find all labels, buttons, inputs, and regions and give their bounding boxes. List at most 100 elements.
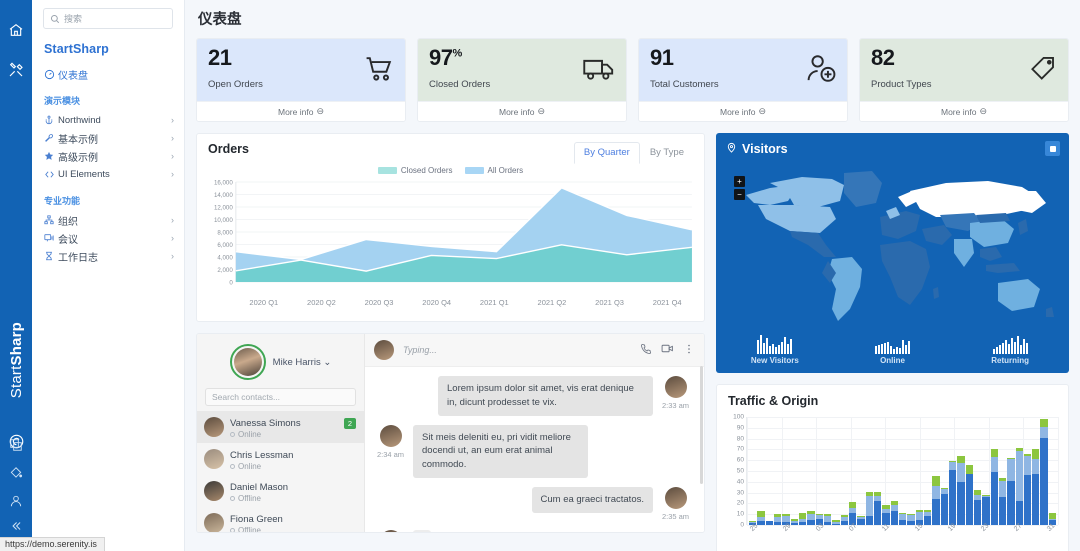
contact-name: Vanessa Simons [230, 418, 301, 429]
world-map[interactable] [740, 161, 1062, 329]
bar-column[interactable] [898, 513, 907, 525]
bar-column[interactable] [757, 510, 765, 525]
traffic-y-axis: 100 90 80 70 60 50 40 30 20 10 0 [728, 414, 746, 529]
code-icon [44, 169, 58, 180]
bar-column[interactable] [973, 490, 982, 525]
sidebar-item-worklog[interactable]: 工作日志 › [32, 247, 184, 265]
user-icon[interactable] [0, 487, 32, 515]
bar-column[interactable] [890, 501, 898, 525]
stat-card-open-orders[interactable]: 21 Open Orders More info ⊖ [196, 38, 406, 122]
stat-card-total-customers[interactable]: 91 Total Customers More info ⊖ [638, 38, 848, 122]
bar-column[interactable] [1040, 419, 1048, 525]
translate-icon[interactable] [0, 431, 32, 459]
bar-segment-direct [907, 520, 915, 525]
tab-by-type[interactable]: By Type [640, 142, 694, 164]
bar-column[interactable] [807, 510, 815, 525]
bar-segment-direct [1032, 474, 1040, 525]
contact-name: Chris Lessman [230, 449, 294, 461]
tab-by-quarter[interactable]: By Quarter [573, 142, 640, 164]
contact-item-chris-lessman[interactable]: Chris Lessman Online [197, 443, 364, 475]
sparkline-bar [1010, 338, 1013, 354]
sidebar-item-ui-elements[interactable]: UI Elements › [32, 165, 184, 183]
rail-brand: StartSharp [0, 300, 32, 420]
bar-column[interactable] [765, 520, 773, 525]
bar-column[interactable] [1023, 453, 1032, 525]
bar-column[interactable] [923, 509, 932, 525]
orders-chart[interactable]: 0 2,000 4,000 6,000 8,000 10,000 12,000 14,000 1… [203, 178, 696, 316]
bar-column[interactable] [957, 455, 965, 525]
more-vertical-icon[interactable] [683, 343, 695, 358]
chat-scrollbar[interactable] [700, 366, 703, 484]
more-info-link[interactable]: More info ⊖ [639, 101, 847, 121]
sidebar-item-advanced-samples[interactable]: 高级示例 › [32, 147, 184, 165]
bar-column[interactable] [773, 514, 782, 525]
contacts-search-input[interactable]: Search contacts... [205, 388, 356, 406]
status-dot-icon [230, 495, 235, 501]
chevron-right-icon: › [171, 169, 174, 179]
bar-column[interactable] [965, 464, 973, 525]
collapse-icon[interactable] [0, 515, 32, 537]
bar-column[interactable] [873, 491, 882, 525]
legend-label: All Orders [487, 166, 524, 175]
sidebar-item-worklog-label: 工作日志 [58, 252, 98, 264]
bar-column[interactable] [982, 494, 990, 525]
bar-column[interactable] [798, 513, 807, 525]
wrench-icon [44, 133, 58, 143]
bar-column[interactable] [998, 477, 1007, 525]
legend-swatch [377, 167, 397, 174]
sparkline-bar [875, 346, 877, 354]
phone-icon[interactable] [640, 343, 652, 358]
status-bar-url: https://demo.serenity.is [0, 537, 105, 551]
bar-column[interactable] [1032, 449, 1040, 525]
sidebar-item-northwind[interactable]: Northwind › [32, 111, 184, 129]
legend-item-all-orders[interactable]: All Orders [464, 166, 524, 175]
contact-status: Offline [230, 494, 288, 503]
contact-item-vanessa-simons[interactable]: Vanessa Simons Online 2 [197, 411, 364, 443]
chat-current-user[interactable]: Mike Harris ⌄ [197, 334, 364, 388]
bar-column[interactable] [790, 518, 798, 525]
sidebar-item-dashboard-label: 仪表盘 [58, 70, 88, 82]
bar-segment-direct [798, 521, 807, 525]
sidebar-item-basic-samples[interactable]: 基本示例 › [32, 129, 184, 147]
search-input[interactable]: 搜索 [43, 8, 173, 29]
more-info-link[interactable]: More info ⊖ [860, 101, 1068, 121]
more-info-link[interactable]: More info ⊖ [197, 101, 405, 121]
page-title: 仪表盘 [198, 12, 242, 28]
tools-icon[interactable] [0, 53, 32, 87]
bar-column[interactable] [948, 461, 957, 525]
bar-column[interactable] [857, 516, 865, 525]
bar-column[interactable] [832, 519, 840, 525]
bar-column[interactable] [932, 476, 940, 525]
theme-paint-icon[interactable] [0, 459, 32, 487]
bar-column[interactable] [1015, 448, 1023, 525]
bar-column[interactable] [907, 514, 915, 525]
worklog-icon [44, 251, 58, 261]
status-dot-icon [230, 463, 235, 469]
bar-column[interactable] [940, 488, 948, 525]
sidebar-item-dashboard[interactable]: 仪表盘 [32, 65, 184, 83]
bar-column[interactable] [1007, 458, 1015, 525]
bar-column[interactable] [840, 515, 848, 525]
sparkline-bar [781, 342, 784, 354]
contact-item-daniel-mason[interactable]: Daniel Mason Offline [197, 475, 364, 507]
bar-segment-direct [1007, 480, 1015, 525]
contact-item-fiona-green[interactable]: Fiona Green Offline [197, 507, 364, 532]
home-icon[interactable] [0, 13, 32, 47]
more-info-icon: ⊖ [758, 106, 766, 116]
sidebar-item-meetings[interactable]: 会议 › [32, 229, 184, 247]
visitors-options-button[interactable] [1045, 141, 1060, 156]
bar-column[interactable] [865, 491, 873, 525]
bar-column[interactable] [990, 449, 998, 525]
video-icon[interactable] [661, 342, 674, 358]
more-info-link[interactable]: More info ⊖ [418, 101, 626, 121]
bar-column[interactable] [823, 514, 832, 525]
sidebar-item-organization[interactable]: 组织 › [32, 211, 184, 229]
stat-card-closed-orders[interactable]: 97% Closed Orders More info ⊖ [417, 38, 627, 122]
sparkline-bar [896, 347, 898, 354]
traffic-chart[interactable]: 100 90 80 70 60 50 40 30 20 10 0 [728, 414, 1059, 529]
add-user-icon [806, 53, 837, 87]
legend-item-closed-orders[interactable]: Closed Orders [377, 166, 453, 175]
stat-card-product-types[interactable]: 82 Product Types More info ⊖ [859, 38, 1069, 122]
x-tick-label: 2021 Q2 [537, 298, 567, 307]
square-icon [1049, 145, 1056, 152]
